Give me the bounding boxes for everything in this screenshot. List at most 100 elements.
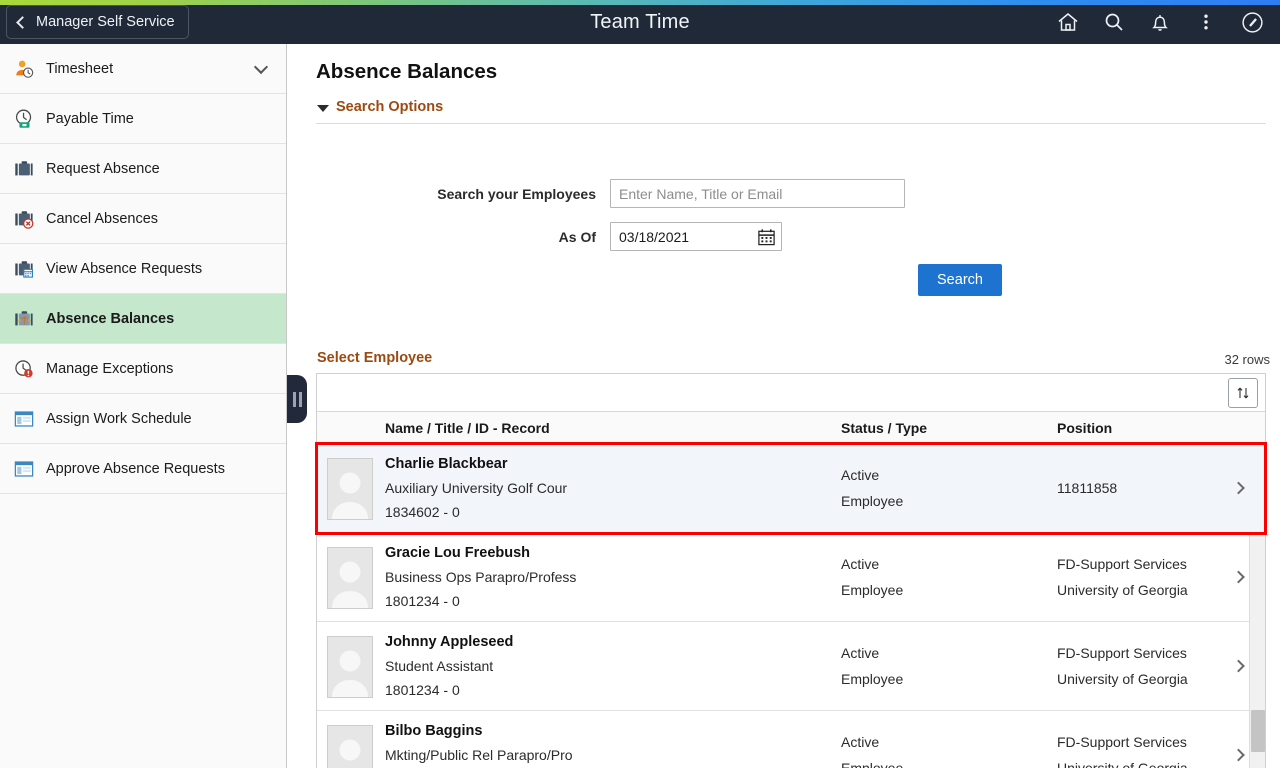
calendar-icon[interactable] [757,227,776,246]
handle-bar-right [298,391,302,407]
row-id-record: 1801234 - 0 [385,682,460,698]
sidebar-item-label: Cancel Absences [46,210,159,227]
avatar-placeholder-icon [327,547,373,609]
back-button-label: Manager Self Service [36,14,175,30]
avatar-placeholder-icon [327,458,373,520]
row-type: Employee [841,760,904,768]
navbar-compass-icon[interactable] [1240,10,1264,34]
row-position-line1: FD-Support Services [1057,645,1187,661]
row-job-title: Student Assistant [385,658,494,674]
row-position-line2: University of Georgia [1057,671,1188,687]
as-of-label: As Of [558,228,596,245]
chevron-right-icon[interactable] [1232,748,1245,762]
avatar-placeholder-icon [327,636,373,698]
row-job-title: Mkting/Public Rel Parapro/Pro [385,747,573,763]
sidebar-item-label: Manage Exceptions [46,360,174,377]
page-title: Absence Balances [316,60,498,83]
table-row[interactable]: Johnny Appleseed Student Assistant 18012… [317,622,1265,711]
sidebar-item-request-absence[interactable]: Request Absence [0,144,286,194]
row-type: Employee [841,671,904,687]
sort-updown-icon[interactable] [1228,378,1258,408]
kebab-menu-icon[interactable] [1194,10,1218,34]
chevron-right-icon[interactable] [1232,659,1245,673]
select-employee-label: Select Employee [317,350,433,366]
briefcase-cancel-icon [12,207,36,231]
row-position-line2: University of Georgia [1057,760,1188,768]
search-employees-field-row: Search your Employees [316,179,1216,208]
app-header: Team Time Manager Self Service [0,0,1280,44]
avatar-placeholder-icon [327,725,373,768]
row-status: Active [841,467,880,483]
sidebar-item-cancel-absences[interactable]: Cancel Absences [0,194,286,244]
clock-alert-icon [12,357,36,381]
rows-count-label: 32 rows [1224,352,1270,367]
sidebar-item-label: Absence Balances [46,310,175,327]
column-header-status: Status / Type [841,420,928,436]
search-icon[interactable] [1102,10,1126,34]
as-of-date-wrapper [610,222,782,251]
scrollbar-thumb[interactable] [1251,710,1265,752]
row-position-line1: FD-Support Services [1057,556,1187,572]
row-status: Active [841,556,880,572]
table-row[interactable]: Bilbo Baggins Mkting/Public Rel Parapro/… [317,711,1265,768]
sidebar-item-approve-absence-requests[interactable]: Approve Absence Requests [0,444,286,494]
sidebar-item-label: Assign Work Schedule [46,410,192,427]
navigation-sidebar: Timesheet Payable Time Request Absence C… [0,44,287,768]
briefcase-icon [12,157,36,181]
caret-down-icon [317,104,329,112]
row-type: Employee [841,493,904,509]
sidebar-item-label: Request Absence [46,160,160,177]
search-options-label: Search Options [336,99,444,115]
briefcase-scale-icon [12,307,36,331]
row-employee-name: Gracie Lou Freebush [385,545,531,561]
sidebar-item-label: Payable Time [46,110,134,127]
chevron-right-icon[interactable] [1232,570,1245,584]
sidebar-item-label: Timesheet [46,60,114,77]
window-panel-icon [12,407,36,431]
row-position-line1: 11811858 [1057,480,1118,496]
sidebar-item-view-absence-requests[interactable]: View Absence Requests [0,244,286,294]
employee-grid: Name / Title / ID - Record Status / Type… [315,373,1267,768]
row-employee-name: Bilbo Baggins [385,723,483,739]
clock-money-icon [12,107,36,131]
row-employee-name: Charlie Blackbear [385,456,508,472]
bell-icon[interactable] [1148,10,1172,34]
sidebar-item-assign-work-schedule[interactable]: Assign Work Schedule [0,394,286,444]
search-employees-label: Search your Employees [437,185,596,202]
row-position-line2: University of Georgia [1057,582,1188,598]
grid-row-container: Charlie Blackbear Auxiliary University G… [315,442,1267,768]
chevron-right-icon[interactable] [1232,481,1245,495]
search-options-divider [316,123,1266,124]
sidebar-item-timesheet[interactable]: Timesheet [0,44,286,94]
brand-gradient-strip [0,0,1280,5]
sidebar-item-absence-balances[interactable]: Absence Balances [0,294,286,344]
header-icon-group [1056,0,1270,44]
person-clock-icon [12,57,36,81]
row-employee-name: Johnny Appleseed [385,634,514,650]
row-id-record: 1834602 - 0 [385,504,460,520]
row-type: Employee [841,582,904,598]
row-position-line1: FD-Support Services [1057,734,1187,750]
grid-toolbar [317,374,1265,412]
sidebar-item-label: Approve Absence Requests [46,460,225,477]
sidebar-item-label: View Absence Requests [46,260,203,277]
home-icon[interactable] [1056,10,1080,34]
table-row[interactable]: Charlie Blackbear Auxiliary University G… [315,442,1267,535]
sidebar-collapse-handle[interactable] [287,375,307,423]
search-options-toggle[interactable]: Search Options [317,99,443,115]
column-header-name: Name / Title / ID - Record [385,420,550,436]
main-content-panel: Absence Balances Search Options Search y… [288,44,1280,768]
search-button[interactable]: Search [918,264,1002,296]
row-id-record: 1801234 - 0 [385,593,460,609]
grid-header-row: Name / Title / ID - Record Status / Type… [317,412,1265,444]
search-employees-input[interactable] [610,179,905,208]
sidebar-item-payable-time[interactable]: Payable Time [0,94,286,144]
row-status: Active [841,645,880,661]
chevron-left-icon [16,15,29,29]
row-job-title: Business Ops Parapro/Profess [385,569,577,585]
back-to-manager-self-service-button[interactable]: Manager Self Service [6,5,189,39]
chevron-down-icon[interactable] [253,59,269,74]
table-row[interactable]: Gracie Lou Freebush Business Ops Parapro… [317,533,1265,622]
sidebar-item-manage-exceptions[interactable]: Manage Exceptions [0,344,286,394]
window-panel-icon [12,457,36,481]
